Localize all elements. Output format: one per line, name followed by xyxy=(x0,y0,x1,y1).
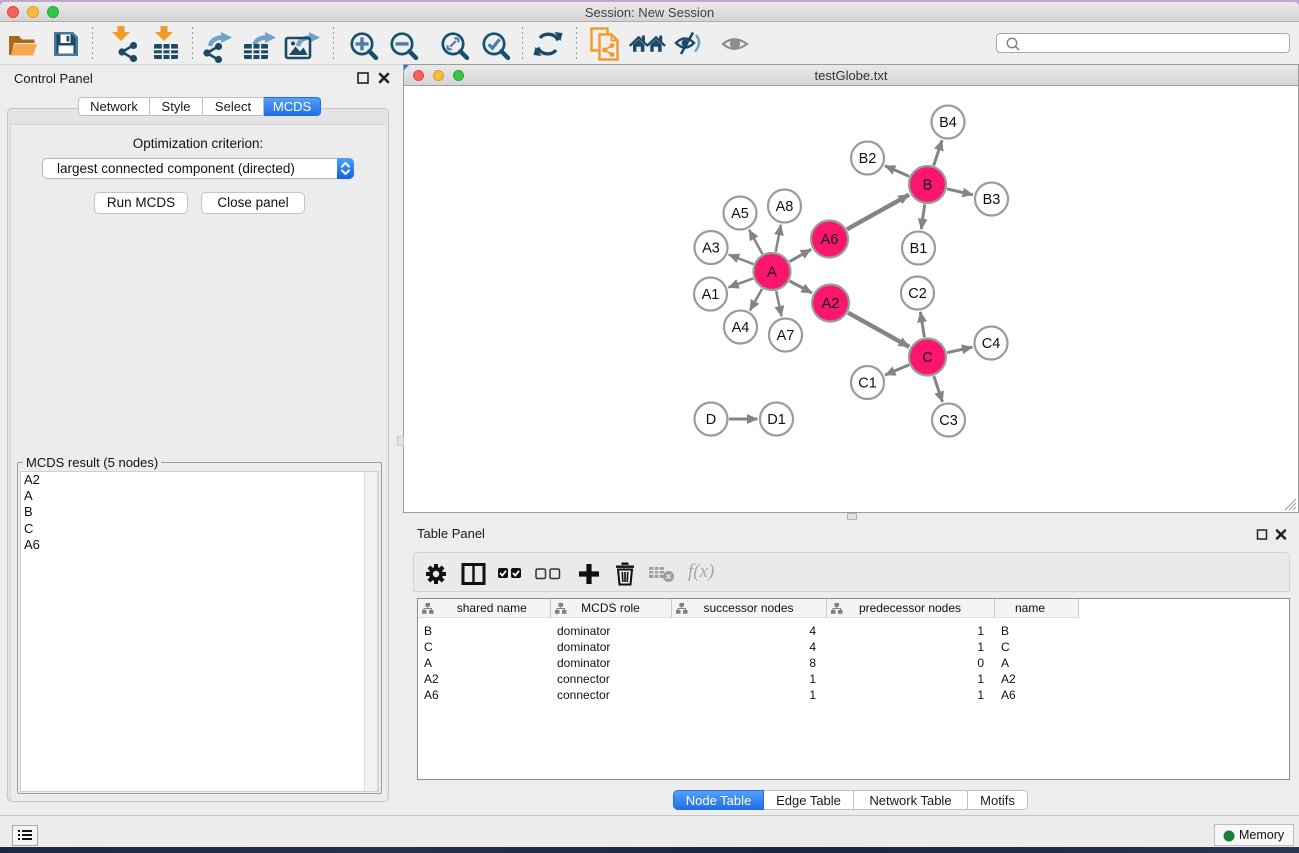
svg-text:C: C xyxy=(922,350,932,366)
svg-text:A1: A1 xyxy=(702,287,720,303)
svg-text:C2: C2 xyxy=(908,286,927,302)
svg-text:A4: A4 xyxy=(732,320,750,336)
svg-text:B2: B2 xyxy=(859,151,877,167)
svg-text:C1: C1 xyxy=(858,376,877,392)
svg-text:D: D xyxy=(706,412,716,428)
svg-text:A: A xyxy=(767,265,777,281)
svg-text:B3: B3 xyxy=(983,192,1001,208)
svg-text:B4: B4 xyxy=(939,115,957,131)
svg-text:A2: A2 xyxy=(822,296,840,312)
svg-text:A7: A7 xyxy=(777,328,795,344)
svg-text:D1: D1 xyxy=(767,412,786,428)
svg-text:B1: B1 xyxy=(910,241,928,257)
svg-text:A8: A8 xyxy=(776,199,794,215)
svg-text:A5: A5 xyxy=(731,206,749,222)
svg-text:C4: C4 xyxy=(982,336,1001,352)
svg-text:A6: A6 xyxy=(821,232,839,248)
svg-text:C3: C3 xyxy=(939,413,958,429)
svg-text:B: B xyxy=(923,178,933,194)
svg-text:A3: A3 xyxy=(702,241,720,257)
